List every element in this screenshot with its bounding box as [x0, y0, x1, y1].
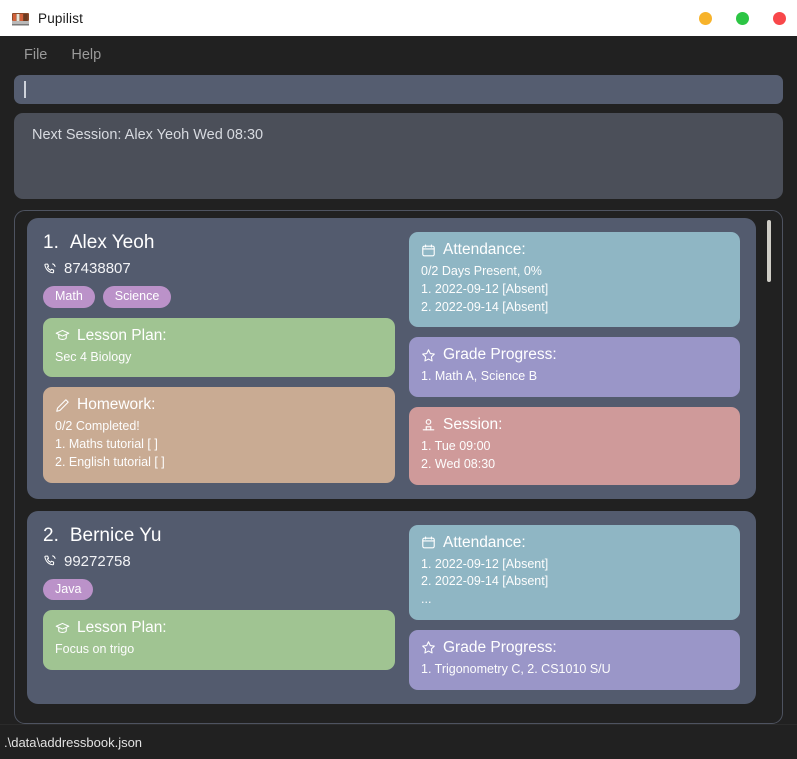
homework-block-line: 2. English tutorial [ ]	[55, 454, 165, 469]
app-window: File Help Next Session: Alex Yeoh Wed 08…	[0, 36, 797, 759]
attendance-block-header: Attendance:	[421, 534, 728, 552]
star-icon	[421, 640, 436, 655]
grade-progress-block: Grade Progress: 1. Trigonometry C, 2. CS1…	[409, 629, 740, 690]
list-scrollbar-thumb[interactable]	[767, 220, 771, 282]
student-card[interactable]: 2. Bernice Yu 99272758 Java Lesson Plan: Focu…	[27, 510, 756, 704]
homework-block-header: Homework:	[55, 396, 383, 414]
attendance-block-line: 0/2 Days Present, 0%	[421, 264, 542, 278]
attendance-block: Attendance: 1. 2022-09-12 [Absent] 2. 2022…	[409, 524, 740, 620]
menu-bar: File Help	[0, 36, 797, 73]
lesson-plan-block: Lesson Plan: Focus on trigo	[43, 610, 395, 670]
app-title: Pupilist	[38, 10, 84, 26]
student-phone-row: 87438807	[43, 260, 395, 277]
grade-progress-block-label: Grade Progress:	[443, 638, 557, 656]
student-tags: Java	[43, 578, 395, 601]
lesson-plan-block: Lesson Plan: Sec 4 Biology	[43, 317, 395, 378]
session-block-label: Session:	[443, 416, 503, 433]
grade-progress-block-header: Grade Progress:	[421, 346, 728, 364]
session-block-line: 2. Wed 08:30	[421, 456, 496, 471]
lesson-plan-block-header: Lesson Plan:	[55, 619, 383, 637]
title-bar-left: Pupilist	[12, 11, 83, 26]
close-button[interactable]	[773, 11, 786, 25]
attendance-block-line: 2. 2022-09-14 [Absent]	[421, 574, 549, 589]
student-card-right-column: Attendance: 0/2 Days Present, 0% 1. 2022-0…	[409, 232, 740, 485]
next-session-text: Next Session: Alex Yeoh Wed 08:30	[32, 127, 264, 143]
star-icon	[421, 348, 436, 363]
attendance-block: Attendance: 0/2 Days Present, 0% 1. 2022-0…	[409, 232, 740, 328]
lesson-plan-block-line: Focus on trigo	[55, 642, 135, 657]
attendance-block-header: Attendance:	[421, 241, 728, 259]
lesson-plan-block-label: Lesson Plan:	[77, 619, 167, 637]
student-list[interactable]: 1. Alex Yeoh 87438807 Math Science Lesson Pla…	[27, 218, 760, 723]
student-card-header: 2. Bernice Yu	[43, 525, 395, 547]
student-name: Bernice Yu	[69, 524, 162, 546]
calendar-icon	[421, 535, 436, 550]
attendance-block-line: 1. 2022-09-12 [Absent]	[421, 281, 549, 296]
attendance-block-label: Attendance:	[443, 241, 526, 258]
graduation-cap-icon	[55, 328, 70, 343]
student-phone: 87438807	[64, 260, 131, 277]
grade-progress-block-label: Grade Progress:	[443, 346, 557, 364]
subject-tag: Math	[43, 286, 95, 308]
homework-block-line: 0/2 Completed!	[55, 419, 140, 434]
student-index: 1.	[43, 232, 59, 253]
student-phone-row: 99272758	[43, 553, 395, 570]
graduation-cap-icon	[55, 621, 70, 636]
attendance-block-line: ...	[421, 592, 432, 606]
menu-item-help[interactable]: Help	[61, 43, 111, 67]
homework-block-label: Homework:	[77, 396, 156, 414]
pencil-icon	[55, 398, 70, 413]
command-input-area	[0, 73, 797, 104]
lesson-plan-block-label: Lesson Plan:	[77, 326, 167, 344]
command-input[interactable]	[14, 75, 783, 104]
title-bar: Pupilist	[0, 0, 797, 36]
attendance-block-line: 2. 2022-09-14 [Absent]	[421, 299, 549, 314]
student-index: 2.	[43, 524, 59, 546]
student-list-area: 1. Alex Yeoh 87438807 Math Science Lesson Pla…	[0, 199, 797, 724]
menu-item-file[interactable]: File	[14, 43, 57, 67]
student-card-header: 1. Alex Yeoh	[43, 232, 395, 254]
student-name: Alex Yeoh	[69, 232, 155, 253]
person-icon	[421, 418, 436, 433]
subject-tag: Science	[102, 286, 172, 308]
session-block-header: Session:	[421, 416, 728, 434]
student-tags: Math Science	[43, 286, 395, 308]
session-block: Session: 1. Tue 09:00 2. Wed 08:30	[409, 407, 740, 485]
grade-progress-block: Grade Progress: 1. Math A, Science B	[409, 337, 740, 397]
subject-tag: Java	[43, 578, 94, 601]
status-file-path: .\data\addressbook.json	[4, 734, 143, 750]
attendance-block-label: Attendance:	[443, 533, 526, 551]
status-bar: .\data\addressbook.json	[0, 724, 797, 759]
lesson-plan-block-header: Lesson Plan:	[55, 327, 383, 345]
homework-block-line: 1. Maths tutorial [ ]	[55, 437, 158, 452]
next-session-panel: Next Session: Alex Yeoh Wed 08:30	[14, 113, 783, 199]
maximize-button[interactable]	[736, 11, 749, 25]
phone-icon	[43, 554, 57, 568]
student-list-container: 1. Alex Yeoh 87438807 Math Science Lesson Pla…	[14, 210, 783, 724]
text-caret	[24, 81, 26, 98]
lesson-plan-block-line: Sec 4 Biology	[55, 349, 132, 364]
calendar-icon	[421, 243, 436, 258]
homework-block: Homework: 0/2 Completed! 1. Maths tutorial…	[43, 387, 395, 483]
student-card[interactable]: 1. Alex Yeoh 87438807 Math Science Lesson Pla…	[27, 218, 756, 499]
student-phone: 99272758	[64, 552, 131, 570]
window-controls	[699, 0, 786, 36]
student-card-left-column: 1. Alex Yeoh 87438807 Math Science Lesson Pla…	[43, 232, 395, 485]
grade-progress-block-line: 1. Trigonometry C, 2. CS1010 S/U	[421, 661, 611, 676]
grade-progress-block-line: 1. Math A, Science B	[421, 369, 538, 384]
books-icon	[12, 11, 29, 26]
grade-progress-block-header: Grade Progress:	[421, 639, 728, 657]
student-card-right-column: Attendance: 1. 2022-09-12 [Absent] 2. 2022…	[409, 524, 740, 690]
attendance-block-line: 1. 2022-09-12 [Absent]	[421, 556, 549, 571]
list-scrollbar[interactable]	[763, 218, 774, 723]
session-block-line: 1. Tue 09:00	[421, 439, 491, 453]
phone-icon	[43, 262, 57, 276]
minimize-button[interactable]	[699, 11, 712, 25]
next-session-area: Next Session: Alex Yeoh Wed 08:30	[0, 104, 797, 199]
student-card-left-column: 2. Bernice Yu 99272758 Java Lesson Plan: Focu…	[43, 525, 395, 690]
